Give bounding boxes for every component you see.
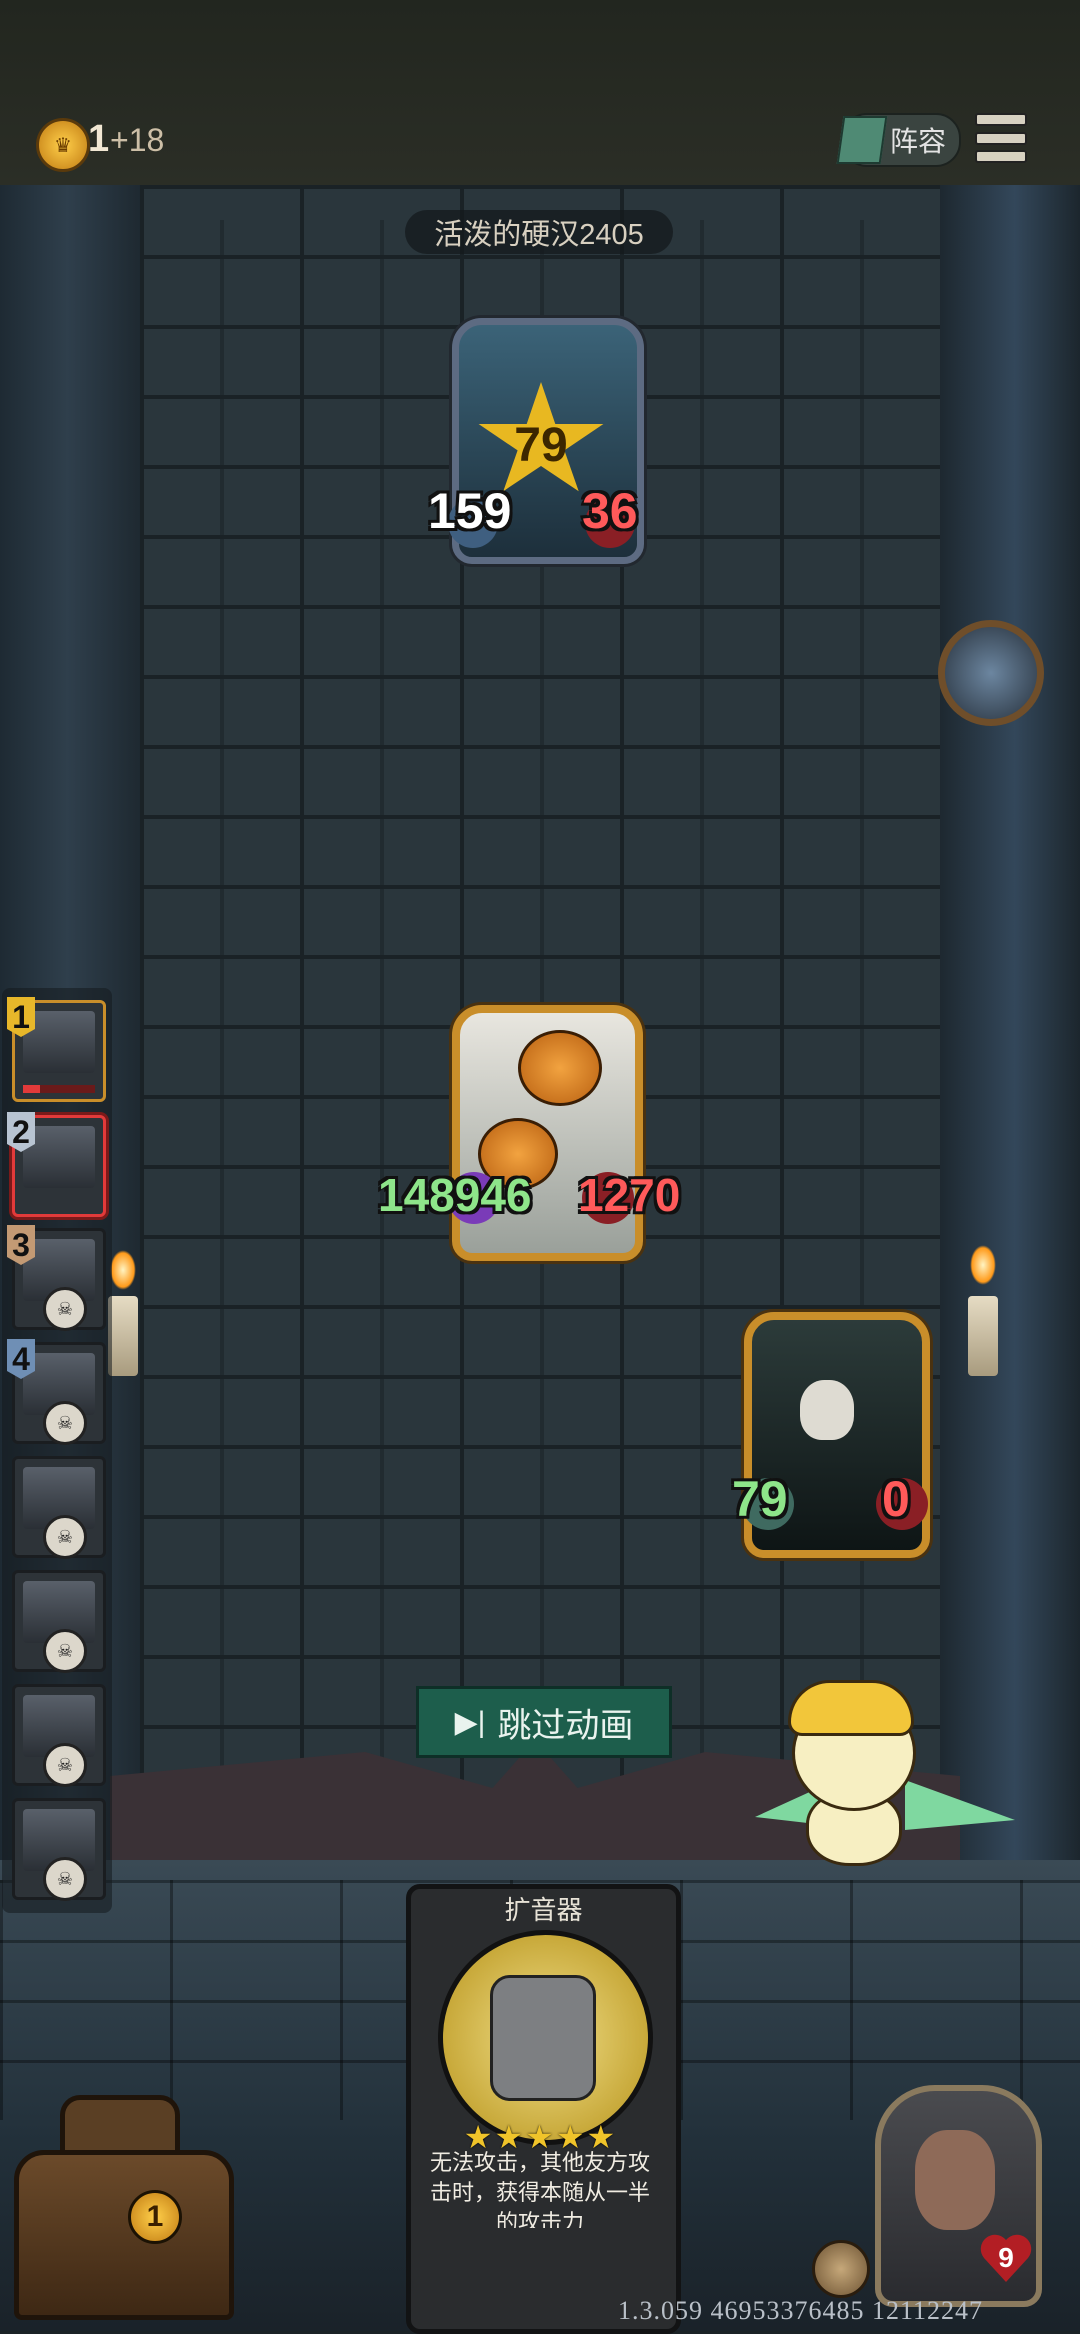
- skip-icon: ▶|: [454, 1705, 486, 1739]
- reaper-skull-icon: [800, 1380, 854, 1440]
- rank-badge: 4: [7, 1339, 35, 1379]
- lineup-button[interactable]: 阵容: [836, 113, 961, 167]
- pet-companion[interactable]: [788, 1680, 914, 1736]
- roster-slot[interactable]: ☠ 3: [7, 1225, 106, 1331]
- menu-icon[interactable]: [975, 113, 1027, 163]
- opponent-level: 79: [514, 419, 568, 472]
- chest-count: 1: [128, 2190, 182, 2244]
- pocket-watch-icon[interactable]: [938, 620, 1044, 726]
- pumpkin-health: 1270: [578, 1169, 681, 1221]
- rank-badge: 2: [7, 1112, 35, 1152]
- item-title: 扩音器: [504, 1895, 583, 1925]
- crown-coin-icon: ♛: [36, 118, 90, 172]
- skull-icon: ☠: [43, 1401, 87, 1445]
- candle-icon: [968, 1296, 998, 1376]
- pumpkin-icon: [518, 1030, 602, 1106]
- hero-portrait: [915, 2130, 995, 2230]
- lineup-book-icon: [836, 116, 888, 164]
- skip-label: 跳过动画: [497, 1706, 634, 1745]
- skip-animation-button[interactable]: ▶| 跳过动画: [416, 1686, 672, 1758]
- hero-power-icon[interactable]: [812, 2240, 870, 2298]
- version-text: 1.3.059 46953376485 12112247: [618, 2296, 984, 2325]
- coin-count: 1: [88, 118, 110, 160]
- roster-slot[interactable]: ☠: [12, 1798, 106, 1901]
- roster-slot[interactable]: 1: [7, 997, 106, 1102]
- chest-icon[interactable]: [14, 2150, 234, 2320]
- roster-slot[interactable]: ☠: [12, 1570, 106, 1673]
- item-description: 无法攻击，其他友方攻击时，获得本随从一半的攻击力: [429, 2150, 650, 2228]
- skull-icon: ☠: [43, 1743, 87, 1787]
- rank-badge: 3: [7, 1225, 35, 1265]
- reaper-health: 0: [882, 1471, 910, 1527]
- candle-icon: [108, 1296, 138, 1376]
- candle-flame-icon: [110, 1250, 136, 1290]
- lineup-label: 阵容: [890, 126, 947, 157]
- roster-slot[interactable]: ☠: [12, 1684, 106, 1787]
- opponent-health: 36: [582, 483, 638, 539]
- pumpkin-attack: 148946: [378, 1169, 532, 1221]
- roster-slot[interactable]: 2: [7, 1112, 106, 1217]
- skull-icon: ☠: [43, 1857, 87, 1901]
- skull-icon: ☠: [43, 1287, 87, 1331]
- coin-bonus: +18: [110, 122, 165, 158]
- robot-megaphone-icon: [490, 1975, 596, 2101]
- candle-flame-icon: [970, 1245, 996, 1285]
- roster-slot[interactable]: ☠: [12, 1456, 106, 1559]
- opponent-name: 活泼的硬汉2405: [405, 210, 673, 254]
- skull-icon: ☠: [43, 1515, 87, 1559]
- reaper-attack: 79: [732, 1471, 788, 1527]
- roster-slot[interactable]: ☠ 4: [7, 1339, 106, 1445]
- health-bar: [23, 1085, 95, 1093]
- skull-icon: ☠: [43, 1629, 87, 1673]
- opponent-attack: 159: [428, 483, 512, 539]
- right-pillar: [935, 185, 1080, 1885]
- rank-badge: 1: [7, 997, 35, 1037]
